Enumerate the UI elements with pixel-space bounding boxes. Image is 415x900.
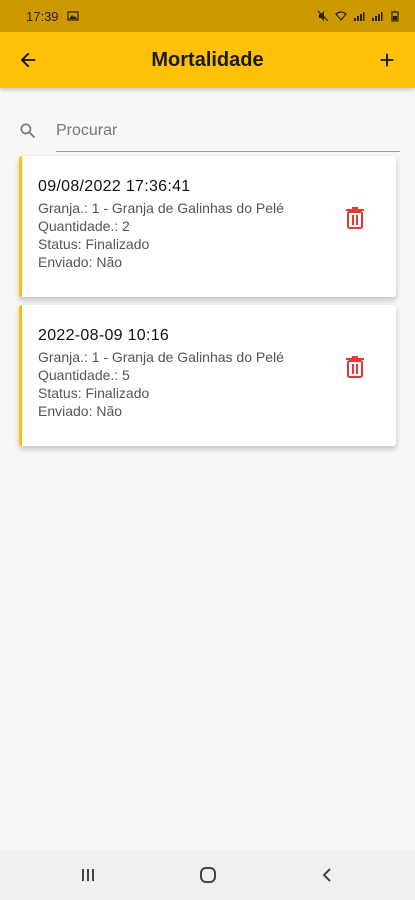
record-enviado: Enviado: Não — [38, 254, 123, 270]
signal-2-icon — [372, 12, 383, 21]
home-button[interactable] — [193, 860, 223, 890]
wifi-icon — [335, 11, 347, 21]
signal-icon — [354, 12, 365, 21]
record-status: Status: Finalizado — [38, 385, 150, 401]
home-icon — [199, 867, 216, 883]
record-enviado: Enviado: Não — [38, 403, 123, 419]
search-icon — [16, 119, 40, 143]
gallery-icon — [66, 11, 79, 21]
record-granja: Granja.: 1 - Granja de Galinhas do Pelé — [38, 349, 284, 365]
page-title: Mortalidade — [151, 48, 264, 71]
nav-back-button[interactable] — [313, 860, 343, 890]
app-bar: Mortalidade — [0, 32, 415, 88]
add-button[interactable] — [359, 32, 415, 88]
record-granja: Granja.: 1 - Granja de Galinhas do Pelé — [38, 200, 284, 216]
battery-icon — [391, 11, 399, 22]
status-time: 17:39 — [26, 8, 59, 24]
record-status: Status: Finalizado — [38, 236, 150, 252]
record-card-2[interactable]: 2022-08-09 10:16 Granja.: 1 - Granja de … — [19, 305, 396, 446]
system-nav-bar — [0, 850, 415, 900]
recents-button[interactable] — [73, 860, 103, 890]
back-arrow-icon — [20, 52, 36, 68]
search-bar — [16, 110, 400, 152]
delete-button[interactable] — [344, 206, 366, 230]
nav-back-icon — [322, 868, 331, 882]
back-button[interactable] — [0, 32, 56, 88]
delete-icon — [346, 356, 364, 378]
status-bar: 17:39 — [0, 0, 415, 32]
mute-icon — [317, 10, 329, 22]
record-card-1[interactable]: 09/08/2022 17:36:41 Granja.: 1 - Granja … — [19, 156, 396, 297]
record-date: 09/08/2022 17:36:41 — [38, 178, 191, 195]
status-icons — [317, 10, 401, 22]
recents-icon — [81, 869, 94, 881]
add-icon — [380, 53, 394, 67]
record-quantidade: Quantidade.: 5 — [38, 367, 130, 383]
delete-button[interactable] — [344, 355, 366, 379]
delete-icon — [346, 207, 364, 229]
search-input[interactable] — [56, 110, 400, 152]
record-quantidade: Quantidade.: 2 — [38, 218, 130, 234]
record-date: 2022-08-09 10:16 — [38, 327, 170, 344]
